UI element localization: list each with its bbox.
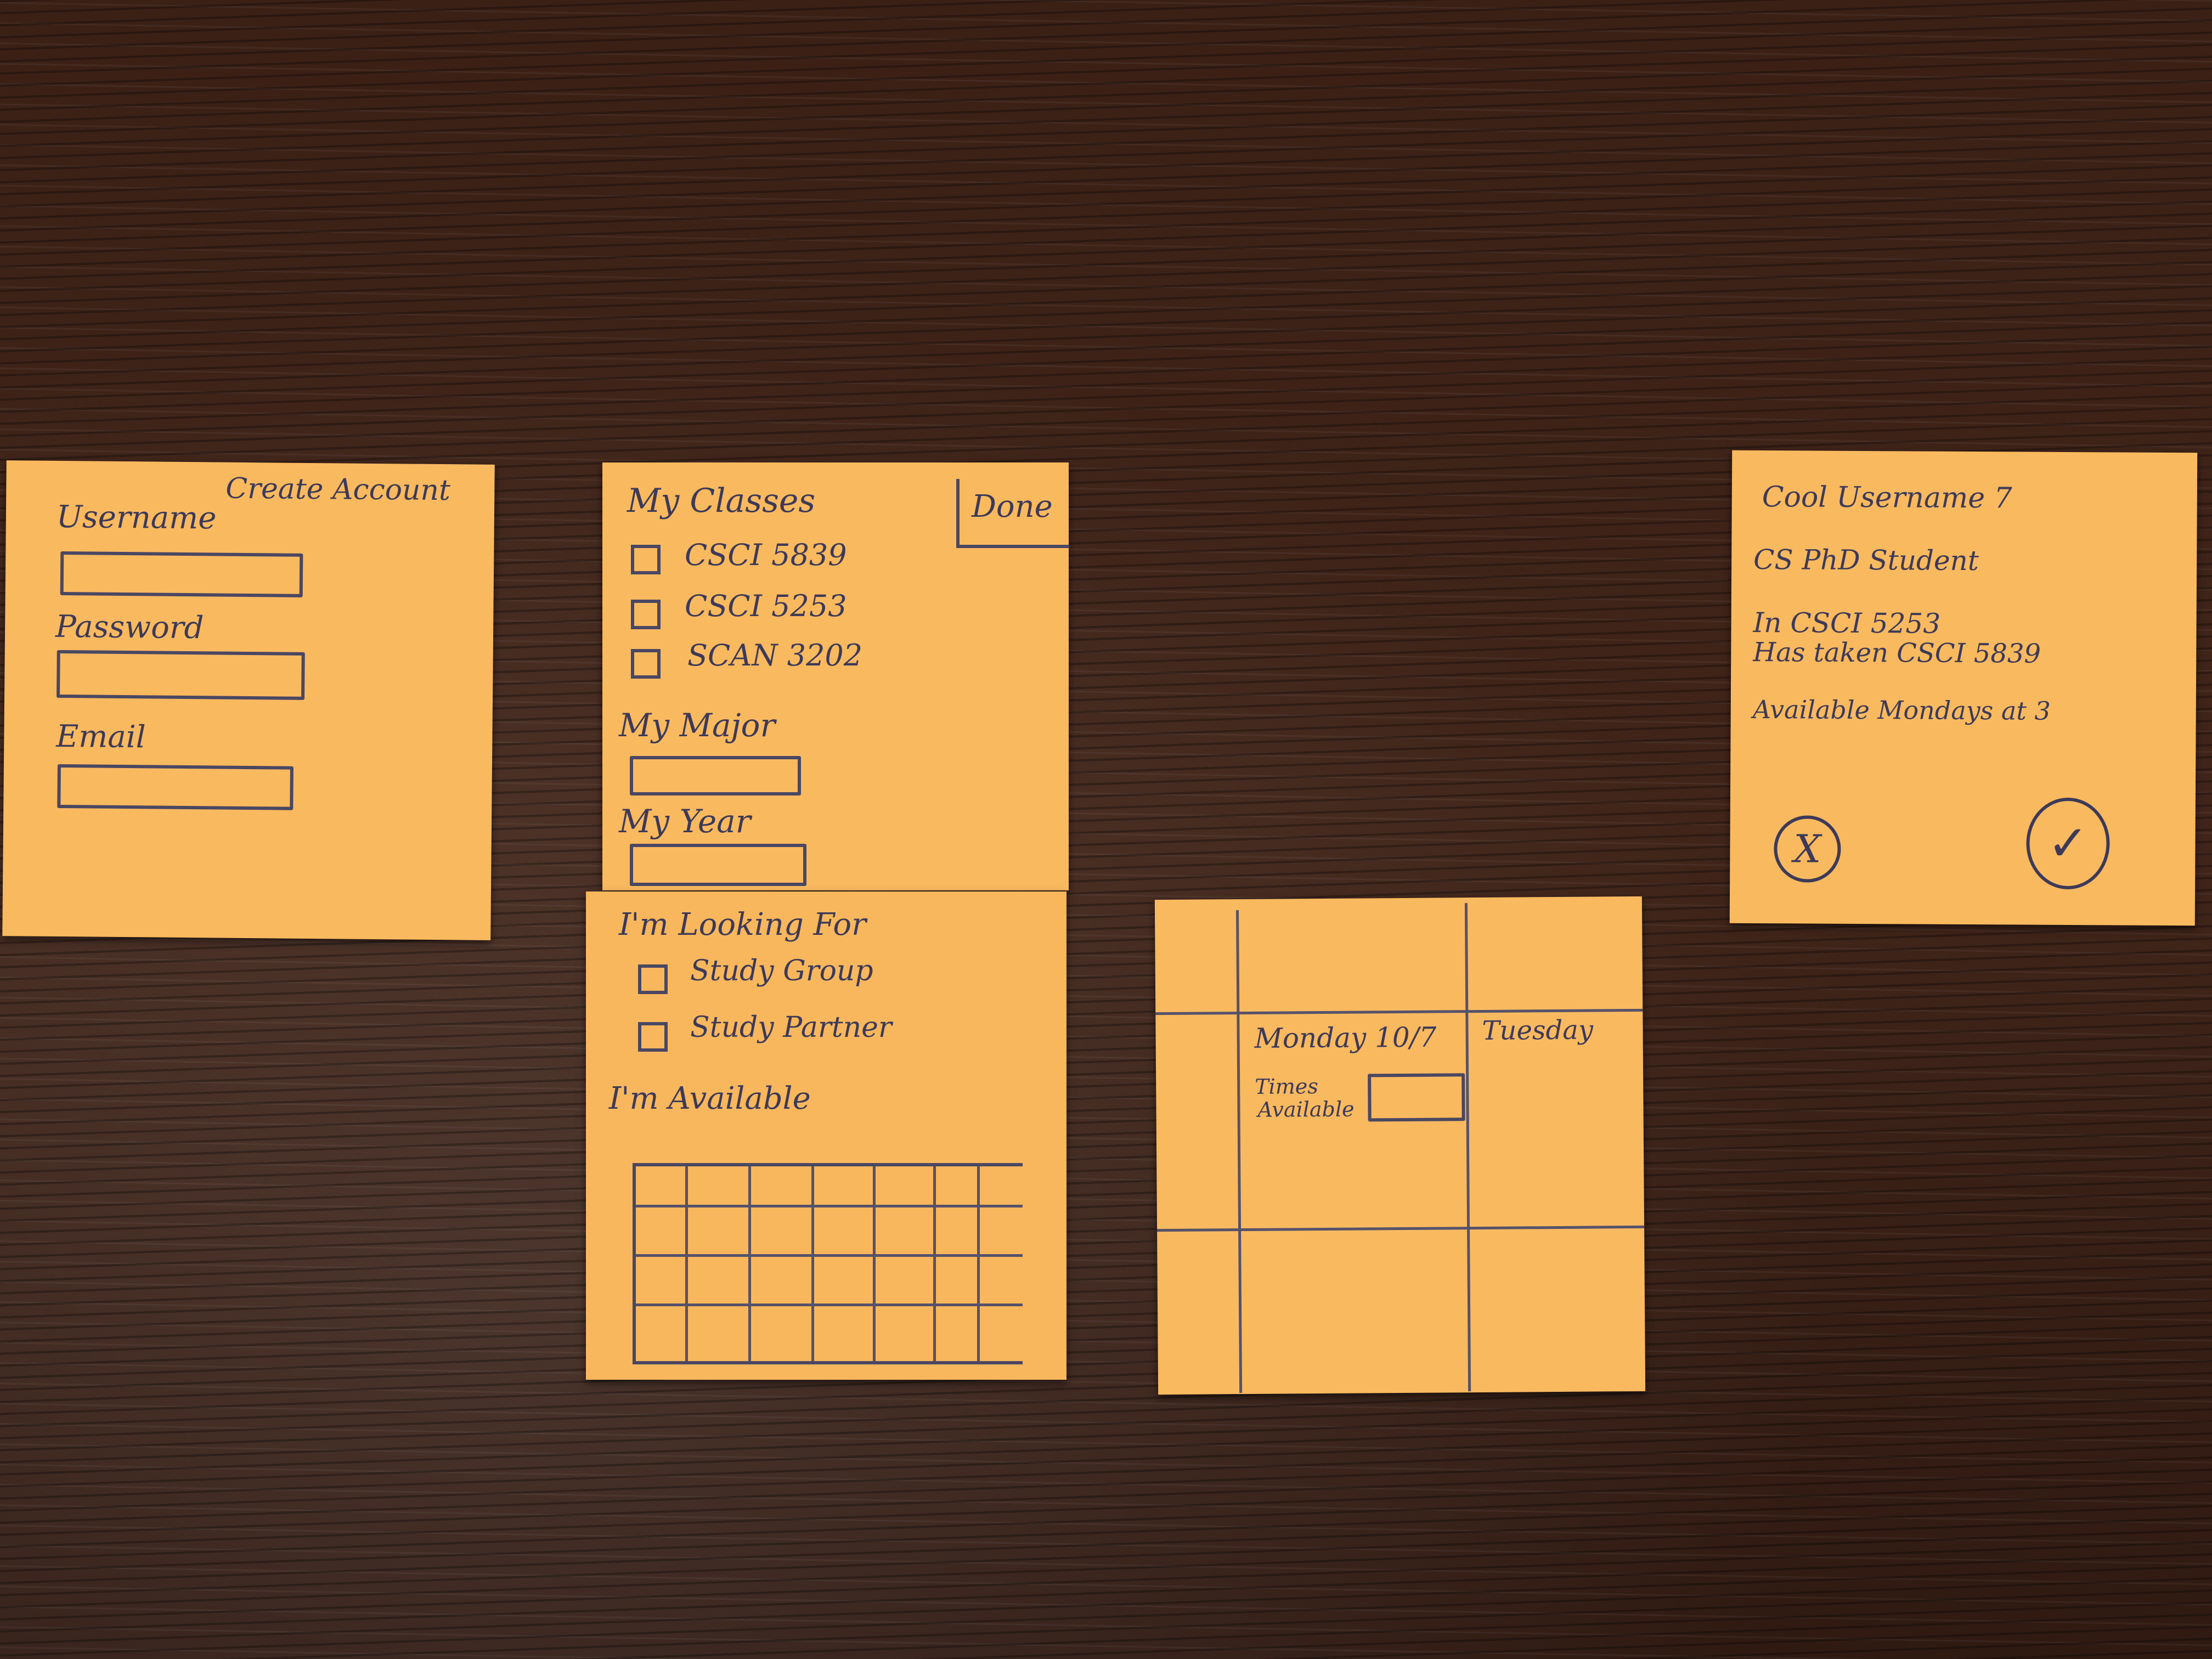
class-label-1: CSCI 5839 [685, 538, 847, 572]
grid-line [748, 1166, 751, 1361]
day-2-label: Tuesday [1482, 1014, 1594, 1046]
calendar-divider [1464, 903, 1471, 1392]
study-partner-checkbox[interactable] [638, 1022, 668, 1052]
accept-symbol: ✓ [2047, 814, 2089, 873]
class-label-3: SCAN 3202 [687, 638, 863, 673]
study-group-label: Study Group [690, 955, 873, 988]
match-card-note: Cool Username 7 CS PhD Student In CSCI 5… [1729, 450, 2198, 926]
day-1-label: Monday 10/7 [1254, 1021, 1437, 1054]
grid-line [636, 1254, 1023, 1257]
password-field[interactable] [57, 650, 305, 700]
grid-line [933, 1166, 936, 1361]
done-label: Done [972, 489, 1053, 524]
looking-for-heading: I'm Looking For [619, 907, 866, 943]
match-taken-class: Has taken CSCI 5839 [1753, 636, 2041, 669]
reject-symbol: X [1793, 826, 1821, 872]
class-checkbox-1[interactable] [631, 545, 661, 574]
my-classes-heading: My Classes [627, 482, 816, 520]
class-label-2: CSCI 5253 [685, 589, 847, 623]
grid-line [636, 1205, 1023, 1207]
accept-icon[interactable]: ✓ [2026, 797, 2110, 890]
grid-line [636, 1304, 1023, 1306]
username-label: Username [56, 499, 217, 537]
times-available-label-line1: Times [1255, 1074, 1318, 1099]
calendar-divider [1155, 1008, 1643, 1015]
email-field[interactable] [57, 764, 294, 810]
availability-grid[interactable] [633, 1163, 1023, 1364]
study-group-checkbox[interactable] [638, 964, 668, 994]
done-button[interactable]: Done [956, 479, 1069, 548]
my-year-label: My Year [619, 803, 751, 840]
available-heading: I'm Available [609, 1081, 811, 1116]
grid-line [811, 1166, 814, 1361]
reject-icon[interactable]: X [1774, 815, 1841, 883]
preferences-note: I'm Looking For Study Group Study Partne… [586, 891, 1066, 1380]
major-field[interactable] [630, 756, 801, 795]
match-username: Cool Username 7 [1762, 481, 2012, 515]
study-partner-label: Study Partner [690, 1011, 892, 1044]
year-field[interactable] [630, 844, 806, 886]
times-available-field[interactable] [1368, 1073, 1465, 1122]
username-field[interactable] [60, 551, 303, 597]
calendar-note: Monday 10/7 Tuesday Times Available [1154, 896, 1646, 1395]
password-label: Password [55, 608, 204, 646]
grid-line [685, 1166, 688, 1361]
create-account-note: Create Account Username Password Email [2, 460, 495, 940]
times-available-label-line2: Available [1257, 1097, 1355, 1122]
match-current-class: In CSCI 5253 [1753, 606, 1941, 640]
class-checkbox-2[interactable] [631, 600, 661, 629]
calendar-divider [1157, 1225, 1645, 1232]
calendar-divider [1235, 910, 1243, 1393]
match-role: CS PhD Student [1753, 543, 1979, 577]
match-availability: Available Mondays at 3 [1752, 694, 2051, 726]
email-label: Email [56, 718, 146, 755]
profile-setup-note: My Classes Done CSCI 5839 CSCI 5253 SCAN… [602, 462, 1069, 890]
create-account-title: Create Account [225, 472, 451, 507]
my-major-label: My Major [619, 707, 776, 744]
grid-line [873, 1166, 876, 1361]
grid-line [977, 1166, 980, 1361]
class-checkbox-3[interactable] [631, 649, 661, 679]
